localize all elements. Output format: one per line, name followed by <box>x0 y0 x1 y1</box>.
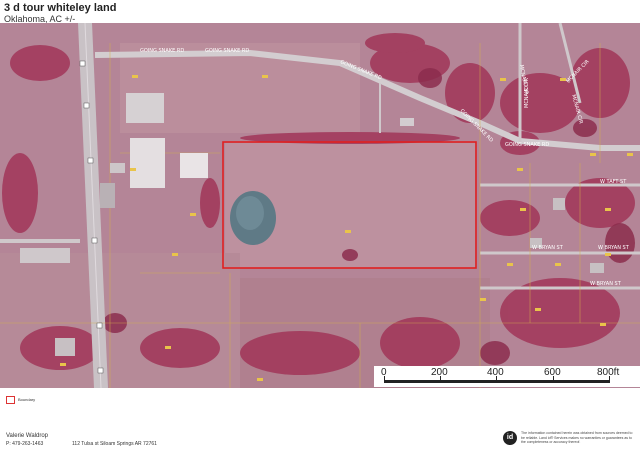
scale-bar: 0 200 400 600 800ft <box>374 366 640 387</box>
agent-address: 112 Tulsa st Siloam Springs AR 72761 <box>72 441 157 447</box>
scale-bar-line <box>384 380 610 383</box>
disclaimer-text: The information contained herein was obt… <box>521 431 633 444</box>
agent-name: Valerie Waldrop <box>6 433 49 439</box>
road-label-going-snake-2: GOING SNAKE RD <box>205 48 249 54</box>
scale-label-600: 600 <box>544 367 561 378</box>
aerial-imagery: GOING SNAKE RD GOING SNAKE RD GOING SNAK… <box>0 23 640 388</box>
road-label-going-snake-1: GOING SNAKE RD <box>140 48 184 54</box>
legend-label-boundary: Boundary <box>18 397 36 402</box>
scale-label-800ft: 800ft <box>597 367 620 378</box>
road-label-w-bryan-3: W BRYAN ST <box>590 281 622 287</box>
scale-label-200: 200 <box>431 367 448 378</box>
agent-phone[interactable]: P: 479-263-1463 <box>6 441 43 447</box>
road-label-w-bryan-1: W BRYAN ST <box>532 245 564 251</box>
road-label-going-snake-5: GOING SNAKE RD <box>505 142 549 148</box>
scale-label-400: 400 <box>487 367 504 378</box>
road-label-mcnair-3: MCNAIR CIR <box>524 78 530 108</box>
map-title: 3 d tour whiteley land <box>4 2 117 14</box>
road-label-w-taft: W TAFT ST <box>600 179 627 185</box>
aerial-map[interactable]: GOING SNAKE RD GOING SNAKE RD GOING SNAK… <box>0 23 640 388</box>
land-id-logo-icon: id <box>503 431 517 445</box>
scale-label-0: 0 <box>381 367 387 378</box>
boundary-swatch <box>6 396 15 404</box>
road-label-w-bryan-2: W BRYAN ST <box>598 245 630 251</box>
